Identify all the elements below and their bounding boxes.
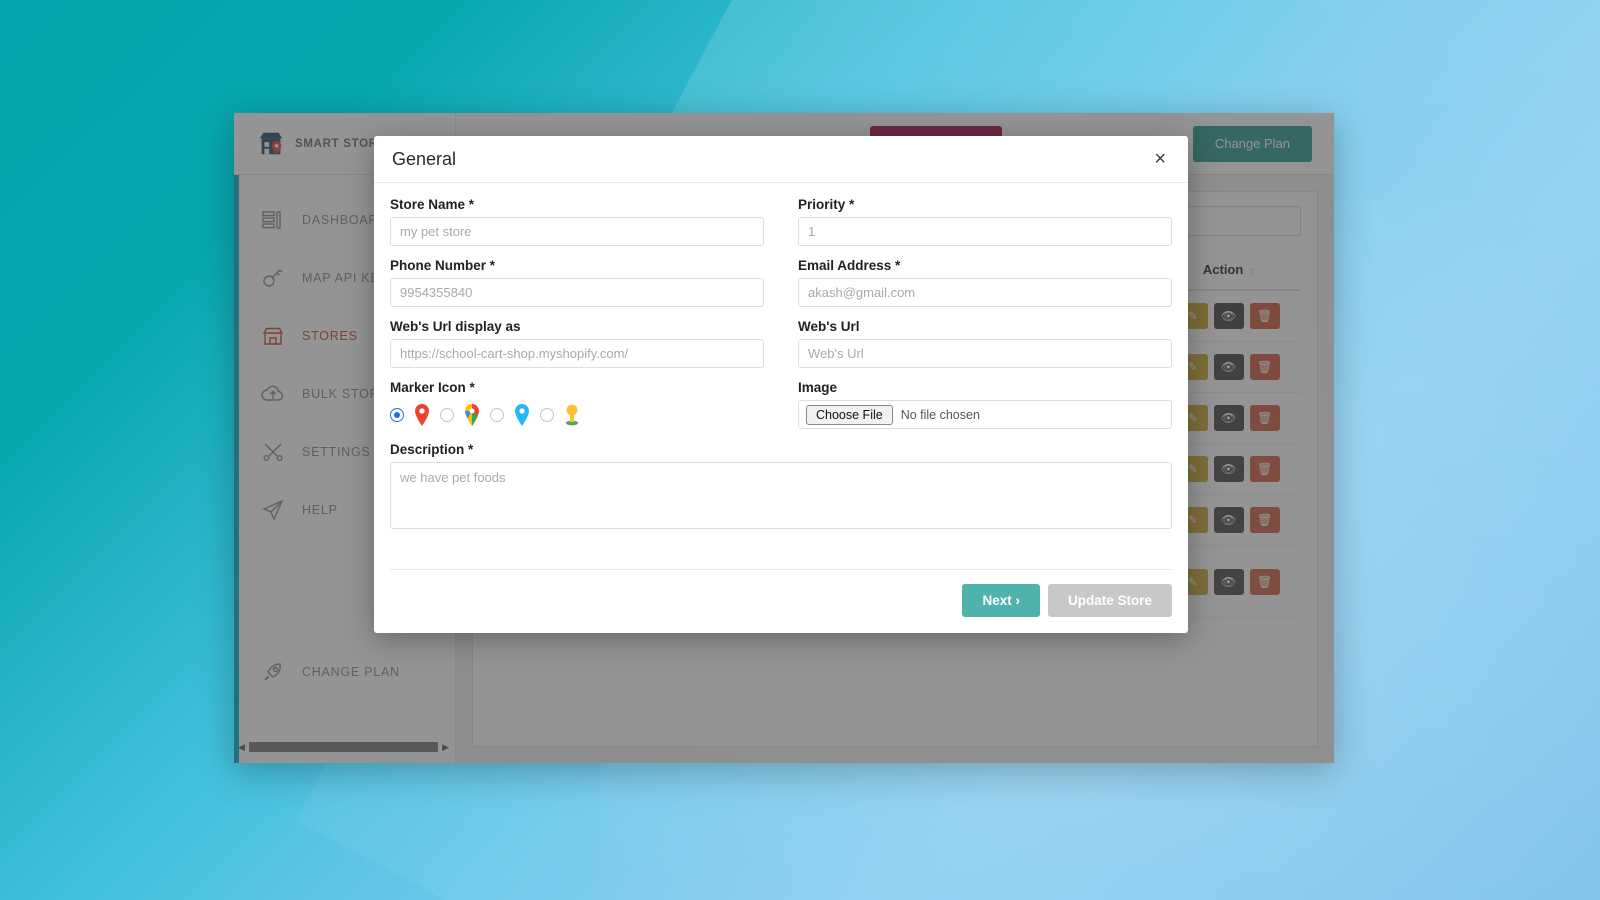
store-name-input[interactable] <box>390 217 764 246</box>
email-address-label: Email Address * <box>798 258 901 273</box>
google-map-pin-icon <box>463 403 481 427</box>
image-file-input[interactable]: Choose File No file chosen <box>798 400 1172 429</box>
yellow-map-pin-icon <box>563 403 581 427</box>
description-textarea[interactable] <box>390 462 1172 529</box>
blue-map-pin-icon <box>513 403 531 427</box>
email-address-input[interactable] <box>798 278 1172 307</box>
marker-radio-blue[interactable] <box>490 408 504 422</box>
description-label: Description * <box>390 442 474 457</box>
close-icon[interactable]: × <box>1150 147 1170 171</box>
desktop-background: SMART STORE LOCATOR Your current plan: S… <box>0 0 1600 900</box>
choose-file-button[interactable]: Choose File <box>806 404 893 425</box>
general-modal: General × Store Name * Priority * Phone … <box>374 136 1188 633</box>
priority-label: Priority * <box>798 197 855 212</box>
modal-title: General <box>392 148 457 169</box>
phone-number-label: Phone Number * <box>390 258 496 273</box>
marker-radio-yellow[interactable] <box>540 408 554 422</box>
marker-icon-label: Marker Icon * <box>390 380 475 395</box>
modal-header: General × <box>374 136 1188 183</box>
marker-radio-red[interactable] <box>390 408 404 422</box>
field-image: Image Choose File No file chosen <box>798 380 1172 430</box>
field-description: Description * <box>390 442 1172 534</box>
field-email-address: Email Address * <box>798 258 1172 307</box>
no-file-chosen-text: No file chosen <box>900 407 980 422</box>
field-webs-url: Web's Url <box>798 319 1172 368</box>
field-store-name: Store Name * <box>390 197 764 246</box>
priority-input[interactable] <box>798 217 1172 246</box>
webs-url-display-as-input[interactable] <box>390 339 764 368</box>
form-grid: Store Name * Priority * Phone Number * E… <box>390 197 1172 442</box>
marker-icon-options <box>390 400 764 430</box>
webs-url-input[interactable] <box>798 339 1172 368</box>
field-priority: Priority * <box>798 197 1172 246</box>
red-map-pin-icon <box>413 403 431 427</box>
marker-radio-google[interactable] <box>440 408 454 422</box>
phone-number-input[interactable] <box>390 278 764 307</box>
webs-url-display-as-label: Web's Url display as <box>390 319 521 334</box>
field-marker-icon: Marker Icon * <box>390 380 764 430</box>
field-webs-url-display-as: Web's Url display as <box>390 319 764 368</box>
webs-url-label: Web's Url <box>798 319 860 334</box>
next-button[interactable]: Next › <box>962 584 1040 617</box>
modal-footer: Next › Update Store <box>390 569 1172 633</box>
image-label: Image <box>798 380 838 395</box>
store-name-label: Store Name * <box>390 197 475 212</box>
modal-body: Store Name * Priority * Phone Number * E… <box>374 183 1188 569</box>
update-store-button[interactable]: Update Store <box>1047 584 1172 617</box>
field-phone-number: Phone Number * <box>390 258 764 307</box>
